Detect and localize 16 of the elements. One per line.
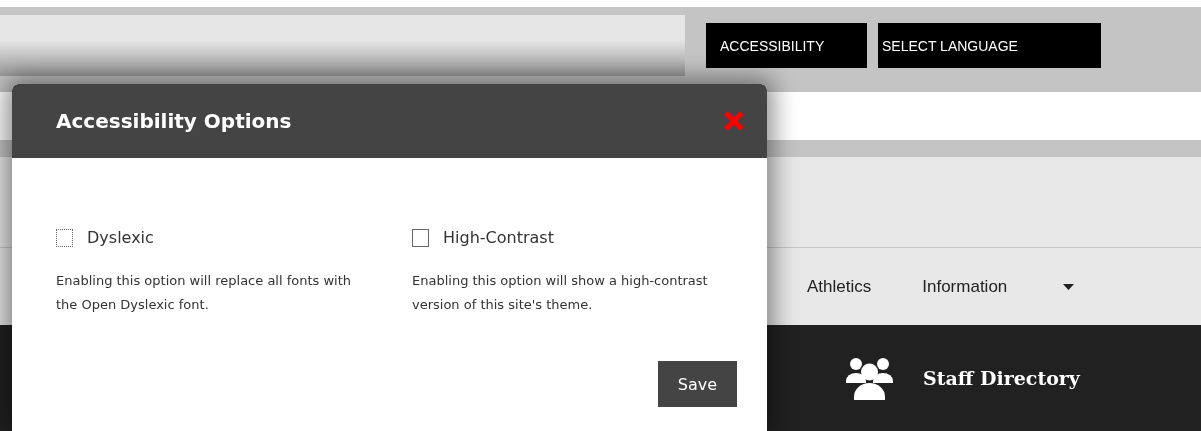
language-button[interactable]: SELECT LANGUAGE: [878, 23, 1101, 68]
option-label: Dyslexic: [87, 228, 154, 247]
option-description: Enabling this option will show a high-contrast version of this site's theme.: [412, 272, 708, 314]
staff-directory-link[interactable]: Staff Directory: [923, 367, 1080, 389]
checkbox[interactable]: [56, 228, 73, 247]
accessibility-button[interactable]: ACCESSIBILITY: [706, 23, 867, 68]
close-button[interactable]: [723, 110, 745, 132]
option-description: Enabling this option will replace all fonts with the Open Dyslexic font.: [56, 272, 352, 314]
dialog-title: Accessibility Options: [56, 109, 292, 133]
nav-link[interactable]: Information: [922, 276, 1008, 297]
caret-icon[interactable]: [1063, 283, 1075, 290]
people-icon: [846, 356, 893, 400]
nav-link[interactable]: Athletics: [807, 276, 872, 297]
checkbox[interactable]: [412, 228, 429, 247]
save-button[interactable]: Save: [658, 361, 737, 407]
option-label: High-Contrast: [443, 228, 554, 247]
